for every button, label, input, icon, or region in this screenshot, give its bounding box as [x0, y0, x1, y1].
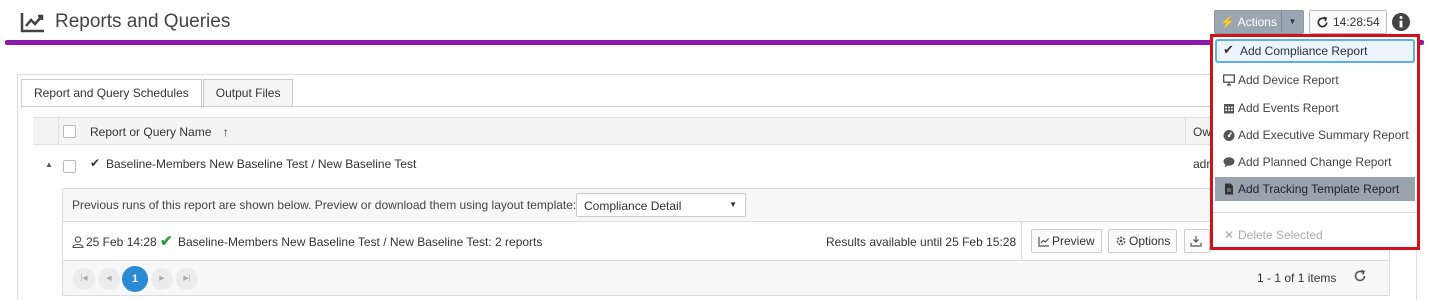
- options-button[interactable]: Options: [1108, 229, 1178, 253]
- menu-item-label: Add Executive Summary Report: [1238, 128, 1409, 142]
- menu-item-add-executive-summary-report[interactable]: Add Executive Summary Report: [1215, 123, 1415, 147]
- menu-item-delete-selected: ✕ Delete Selected: [1215, 223, 1415, 247]
- column-divider: [58, 118, 59, 144]
- page-number-current[interactable]: 1: [122, 266, 148, 292]
- user-icon: [72, 236, 84, 248]
- run-name: Baseline-Members New Baseline Test / New…: [178, 235, 543, 249]
- speech-bubble-icon: [1223, 157, 1235, 168]
- column-header-name-label: Report or Query Name: [90, 125, 212, 139]
- run-date: 25 Feb 14:28: [86, 235, 157, 249]
- sort-ascending-icon: ↑: [222, 125, 229, 139]
- line-chart-icon: [1038, 237, 1049, 247]
- line-chart-icon: [20, 13, 44, 33]
- menu-item-label: Add Tracking Template Report: [1238, 182, 1400, 196]
- run-row: 25 Feb 14:28 ✔ Baseline-Members New Base…: [63, 221, 1389, 261]
- menu-item-label: Add Events Report: [1238, 101, 1339, 115]
- options-button-label: Options: [1129, 234, 1171, 248]
- column-header-owner[interactable]: Ow: [1193, 125, 1211, 139]
- gear-icon: [1116, 236, 1126, 246]
- check-icon: ✔: [1223, 42, 1234, 57]
- download-icon: [1190, 236, 1202, 247]
- tab-report-and-query-schedules[interactable]: Report and Query Schedules: [21, 79, 202, 108]
- last-page-icon[interactable]: ▶|: [176, 268, 198, 290]
- download-button[interactable]: [1184, 229, 1210, 253]
- menu-divider: [1213, 212, 1417, 213]
- refresh-icon[interactable]: [1353, 269, 1367, 283]
- refresh-time-button[interactable]: 14:28:54: [1309, 10, 1387, 34]
- runs-intro-text: Previous runs of this report are shown b…: [72, 198, 577, 212]
- report-name: Baseline-Members New Baseline Test / New…: [106, 157, 417, 171]
- menu-item-add-planned-change-report[interactable]: Add Planned Change Report: [1215, 150, 1415, 174]
- layout-template-value: Compliance Detail: [584, 199, 682, 213]
- expand-collapse-icon[interactable]: ▲: [45, 160, 53, 169]
- menu-item-add-compliance-report[interactable]: ✔ Add Compliance Report: [1215, 39, 1415, 63]
- prev-page-icon[interactable]: ◀: [98, 268, 120, 290]
- page-title: Reports and Queries: [55, 11, 231, 32]
- preview-button-label: Preview: [1052, 234, 1095, 248]
- close-icon: ✕: [1224, 228, 1235, 242]
- calendar-icon: [1224, 104, 1234, 114]
- menu-item-add-tracking-template-report[interactable]: Add Tracking Template Report: [1215, 177, 1415, 201]
- last-refresh-time: 14:28:54: [1333, 15, 1380, 29]
- chevron-down-icon[interactable]: ▼: [1281, 11, 1303, 33]
- refresh-icon: [1317, 16, 1328, 28]
- check-icon: ✔: [90, 156, 101, 170]
- first-page-icon[interactable]: |◀: [73, 268, 95, 290]
- grid-header: Report or Query Name ↑ Ow: [33, 117, 1410, 145]
- column-divider[interactable]: [1185, 118, 1186, 144]
- actions-button-content: ⚡ Actions: [1220, 15, 1277, 29]
- success-check-icon: ✔: [160, 233, 173, 250]
- next-page-icon[interactable]: ▶: [151, 268, 173, 290]
- actions-button-label: Actions: [1237, 15, 1277, 29]
- chevron-down-icon: ▼: [729, 200, 737, 209]
- report-runs-detail: Previous runs of this report are shown b…: [62, 188, 1390, 296]
- monitor-icon: [1223, 74, 1235, 86]
- tab-bar: Report and Query Schedules Output Files: [21, 79, 294, 108]
- menu-item-add-device-report[interactable]: Add Device Report: [1215, 68, 1415, 92]
- document-icon: [1225, 183, 1233, 195]
- pager-count: 1 - 1 of 1 items: [1257, 271, 1337, 285]
- layout-template-select[interactable]: Compliance Detail ▼: [576, 193, 746, 217]
- actions-menu: ✔ Add Compliance Report Add Device Repor…: [1210, 34, 1420, 250]
- run-row-divider: [1021, 222, 1022, 260]
- select-all-checkbox[interactable]: [63, 125, 76, 138]
- dashboard-icon: [1223, 130, 1235, 141]
- tab-output-files[interactable]: Output Files: [202, 79, 294, 107]
- run-availability: Results available until 25 Feb 15:28: [826, 235, 1017, 249]
- menu-item-label: Delete Selected: [1238, 228, 1323, 242]
- menu-item-label: Add Planned Change Report: [1238, 155, 1392, 169]
- preview-button[interactable]: Preview: [1031, 229, 1102, 253]
- row-checkbox[interactable]: [63, 160, 76, 173]
- column-header-name[interactable]: Report or Query Name ↑: [90, 125, 229, 139]
- menu-item-add-events-report[interactable]: Add Events Report: [1215, 96, 1415, 120]
- pager: |◀ ◀ 1 ▶ ▶| 1 - 1 of 1 items: [63, 261, 1389, 295]
- info-icon[interactable]: [1391, 12, 1411, 32]
- actions-button[interactable]: ⚡ Actions ▼: [1214, 10, 1304, 34]
- tabs-divider: [21, 106, 1411, 107]
- menu-item-label: Add Device Report: [1238, 73, 1339, 87]
- table-row[interactable]: ▲ ✔ Baseline-Members New Baseline Test /…: [33, 146, 1410, 184]
- lightning-icon: ⚡: [1220, 15, 1235, 29]
- menu-item-label: Add Compliance Report: [1240, 44, 1368, 58]
